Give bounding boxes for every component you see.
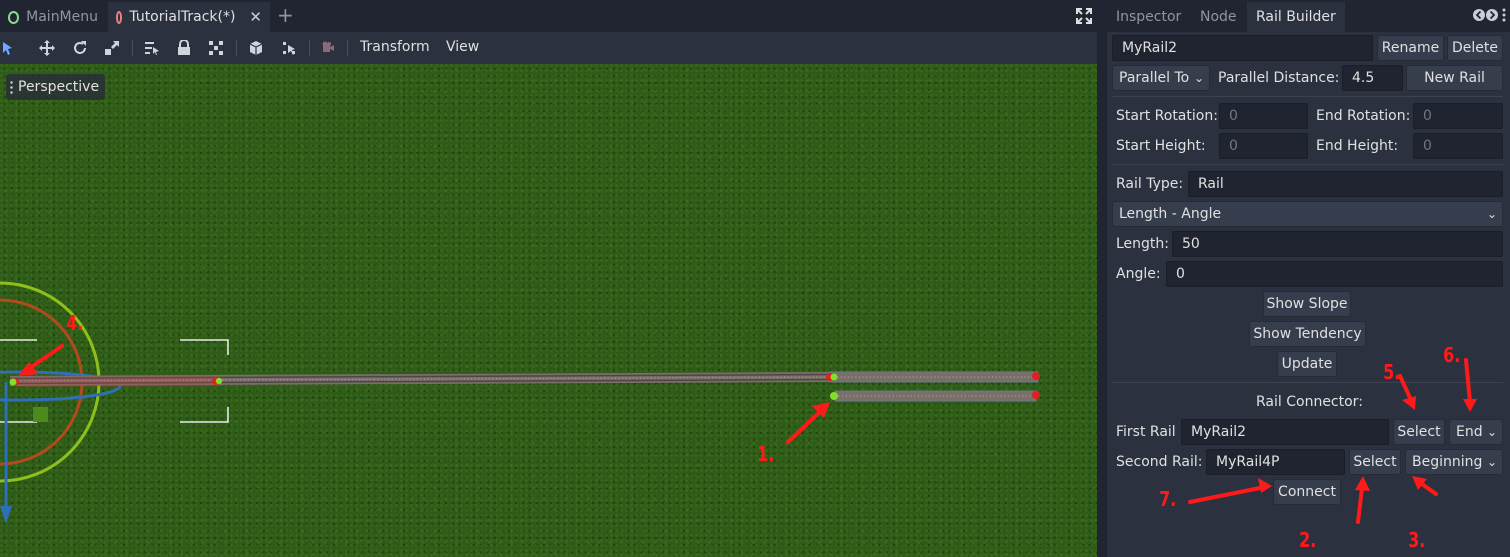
toolbar-separator — [132, 40, 133, 56]
camera-icon[interactable] — [317, 32, 339, 64]
rail-main — [9, 372, 831, 387]
chevron-right-icon[interactable] — [1486, 8, 1498, 22]
chevron-left-icon[interactable] — [1473, 8, 1485, 22]
chevron-down-icon: ⌄ — [1486, 207, 1497, 221]
dock-tab-bar: Inspector Node Rail Builder — [1107, 0, 1510, 32]
start-height-label: Start Height: — [1116, 138, 1206, 154]
local-space-icon[interactable] — [245, 32, 267, 64]
close-icon[interactable]: ✕ — [249, 8, 262, 26]
tab-rail-builder[interactable]: Rail Builder — [1247, 2, 1345, 32]
rename-button[interactable]: Rename — [1377, 35, 1444, 61]
scene-icon — [116, 10, 123, 24]
annotation-label: 2. — [1299, 528, 1317, 552]
gizmo — [0, 281, 122, 524]
build-mode-value: Length - Angle — [1119, 206, 1222, 222]
select-arrow-icon[interactable] — [0, 32, 16, 64]
annotation-label: 6. — [1443, 343, 1461, 367]
tab-inspector[interactable]: Inspector — [1107, 2, 1190, 32]
rail-name-field[interactable]: MyRail2 — [1112, 35, 1373, 61]
tab-label: MainMenu — [26, 9, 98, 25]
3d-viewport[interactable]: Perspective 1. 4. — [0, 64, 1097, 557]
tab-node[interactable]: Node — [1191, 2, 1246, 32]
parallel-mode-value: Parallel To — [1119, 70, 1190, 86]
rail-lower — [834, 390, 1037, 402]
parallel-distance-field[interactable]: 4.5 — [1342, 65, 1403, 91]
end-rotation-label: End Rotation: — [1316, 108, 1411, 124]
delete-button[interactable]: Delete — [1447, 35, 1503, 61]
rail-upper — [829, 371, 1039, 383]
length-field[interactable]: 50 — [1172, 231, 1503, 257]
rail-type-label: Rail Type: — [1116, 176, 1184, 192]
end-height-field[interactable]: 0 — [1413, 133, 1503, 159]
snap-icon[interactable] — [278, 32, 300, 64]
build-mode-select[interactable]: Length - Angle ⌄ — [1112, 201, 1503, 227]
annotation-label: 5. — [1383, 360, 1401, 384]
tab-tutorialtrack[interactable]: TutorialTrack(*) ✕ — [108, 2, 270, 32]
start-rotation-label: Start Rotation: — [1116, 108, 1218, 124]
parallel-mode-select[interactable]: Parallel To ⌄ — [1112, 65, 1210, 91]
list-select-icon[interactable] — [141, 32, 163, 64]
parallel-distance-label: Parallel Distance: — [1218, 70, 1340, 86]
divider — [1112, 96, 1503, 97]
toolbar-separator — [347, 40, 348, 56]
scene-graphics — [0, 281, 1040, 524]
view-menu[interactable]: View — [446, 32, 479, 64]
scale-icon[interactable] — [101, 32, 123, 64]
scene-tab-bar: MainMenu TutorialTrack(*) ✕ + — [0, 0, 1100, 32]
rotate-icon[interactable] — [69, 32, 91, 64]
scene-icon — [8, 10, 20, 24]
rail-type-field[interactable]: Rail — [1188, 171, 1503, 197]
fullscreen-icon[interactable] — [1076, 8, 1092, 24]
lock-icon[interactable] — [173, 32, 195, 64]
transform-menu[interactable]: Transform — [360, 32, 430, 64]
end-height-label: End Height: — [1316, 138, 1399, 154]
end-rotation-field[interactable]: 0 — [1413, 103, 1503, 129]
group-icon[interactable] — [205, 32, 227, 64]
annotation-arrows — [18, 344, 830, 444]
new-rail-button[interactable]: New Rail — [1406, 65, 1503, 91]
dock-annotation-arrows — [1188, 358, 1477, 524]
tab-label: TutorialTrack(*) — [129, 9, 236, 25]
length-label: Length: — [1116, 236, 1170, 252]
kebab-menu-icon[interactable] — [1500, 7, 1508, 23]
annotation-label: 1. — [757, 442, 775, 466]
chevron-down-icon: ⌄ — [1193, 71, 1204, 85]
show-slope-button[interactable]: Show Slope — [1263, 291, 1351, 317]
angle-label: Angle: — [1116, 266, 1161, 282]
add-tab-button[interactable]: + — [277, 2, 294, 30]
tab-mainmenu[interactable]: MainMenu — [0, 2, 106, 32]
move-icon[interactable] — [36, 32, 58, 64]
start-height-field[interactable]: 0 — [1219, 133, 1308, 159]
divider — [1112, 164, 1503, 165]
annotation-label: 4. — [66, 311, 84, 335]
annotation-label: 3. — [1408, 528, 1426, 552]
editor-toolbar: Transform View — [0, 32, 1100, 64]
annotation-label: 7. — [1159, 487, 1177, 511]
perspective-menu[interactable]: Perspective — [6, 74, 106, 100]
start-rotation-field[interactable]: 0 — [1219, 103, 1308, 129]
toolbar-separator — [236, 40, 237, 56]
toolbar-separator — [309, 40, 310, 56]
angle-field[interactable]: 0 — [1166, 261, 1503, 287]
